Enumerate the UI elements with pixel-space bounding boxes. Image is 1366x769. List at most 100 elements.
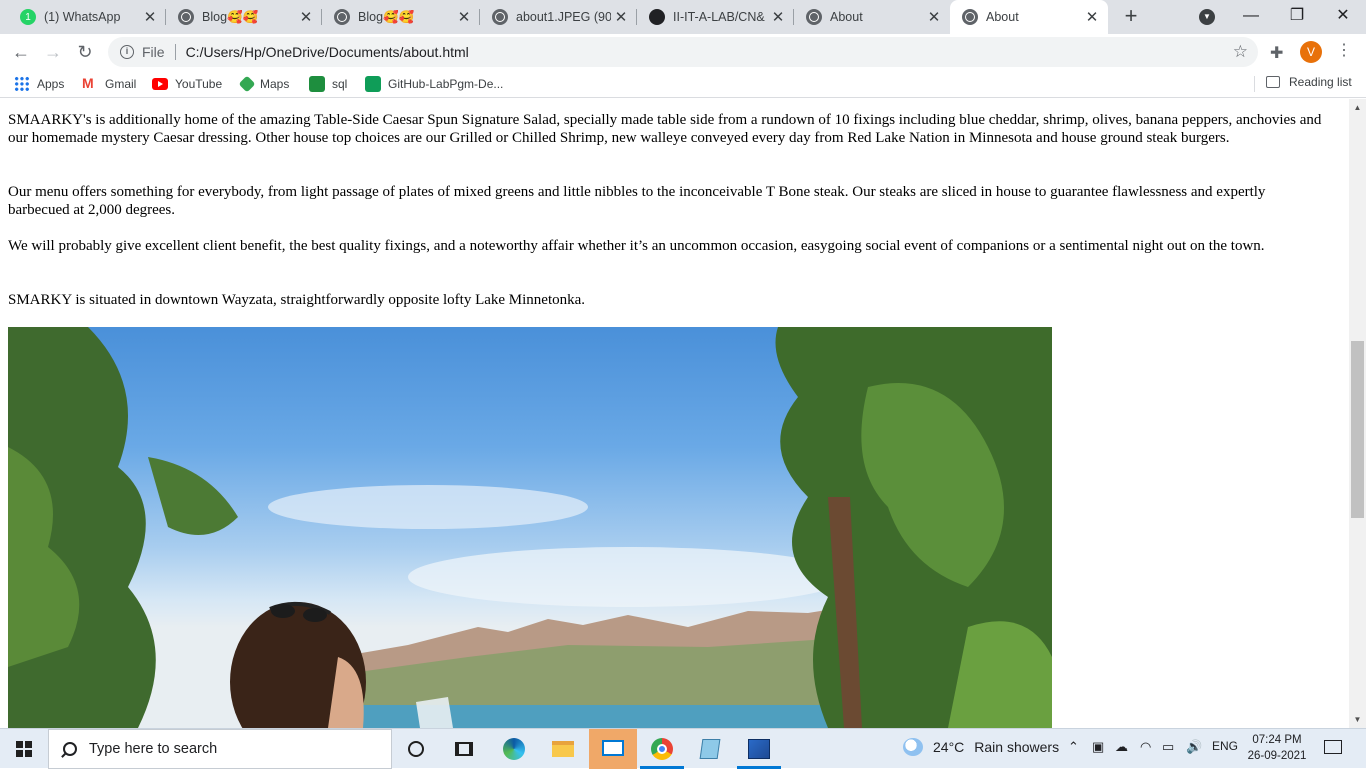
tab-blog-2[interactable]: Blog🥰🥰 ✕ — [322, 0, 480, 34]
bookmark-label: Maps — [260, 77, 290, 91]
paragraph-2: Our menu offers something for everybody,… — [8, 184, 1266, 218]
restore-button[interactable]: ❐ — [1274, 0, 1320, 34]
sheets-icon — [365, 76, 381, 92]
tab-search-icon[interactable]: ▼ — [1199, 9, 1215, 25]
close-icon[interactable]: ✕ — [140, 8, 160, 26]
reload-button[interactable]: ↻ — [72, 39, 98, 65]
youtube-icon — [152, 78, 168, 90]
tab-blog-1[interactable]: Blog🥰🥰 ✕ — [166, 0, 322, 34]
bookmark-apps[interactable]: Apps — [14, 75, 64, 93]
kebab-menu-icon[interactable]: ⋮ — [1336, 40, 1352, 60]
tab-github[interactable]: II-IT-A-LAB/CN& ✕ — [637, 0, 794, 34]
task-view-icon[interactable] — [452, 737, 476, 761]
mail-app-button[interactable] — [589, 729, 637, 769]
reading-list-button[interactable]: Reading list — [1266, 75, 1352, 89]
bookmark-sql[interactable]: sql — [309, 75, 347, 93]
bookmark-label: Gmail — [105, 77, 137, 91]
vertical-scrollbar[interactable]: ▲ ▼ — [1349, 99, 1366, 728]
close-window-button[interactable]: ✕ — [1320, 0, 1366, 34]
info-icon[interactable]: i — [120, 45, 134, 59]
bookmark-label: YouTube — [175, 77, 223, 91]
globe-icon — [962, 9, 978, 25]
wifi-icon[interactable]: ◠ — [1140, 739, 1151, 755]
address-bar[interactable]: i File C:/Users/Hp/OneDrive/Documents/ab… — [108, 37, 1258, 67]
cortana-icon[interactable] — [404, 737, 428, 761]
tab-whatsapp[interactable]: 1 (1) WhatsApp ✕ — [8, 0, 166, 34]
bookmarks-bar: Apps Gmail YouTube Maps sql GitHub-LabPg… — [0, 70, 1366, 98]
profile-avatar[interactable]: V — [1300, 41, 1322, 63]
bookmark-youtube[interactable]: YouTube — [152, 75, 222, 93]
gmail-icon — [82, 75, 98, 92]
new-tab-button[interactable]: + — [1118, 4, 1144, 30]
tab-title: (1) WhatsApp — [44, 10, 121, 24]
paragraph-1: SMAARKY's is additionally home of the am… — [8, 112, 1322, 146]
paragraph-4: SMARKY is situated in downtown Wayzata, … — [8, 292, 586, 308]
tab-about-active[interactable]: About ✕ — [950, 0, 1108, 34]
tab-title: About — [830, 10, 863, 24]
close-icon[interactable]: ✕ — [611, 8, 631, 26]
tab-title: about1.JPEG (900 — [516, 10, 611, 24]
close-icon[interactable]: ✕ — [1082, 8, 1102, 26]
tab-strip: 1 (1) WhatsApp ✕ Blog🥰🥰 ✕ Blog🥰🥰 ✕ about… — [0, 0, 1366, 34]
edge-icon[interactable] — [502, 737, 526, 761]
page-content: SMAARKY's is additionally home of the am… — [0, 99, 1349, 728]
scroll-down-arrow-icon[interactable]: ▼ — [1349, 711, 1366, 728]
onedrive-icon[interactable]: ☁ — [1115, 739, 1128, 755]
back-button[interactable]: ← — [8, 39, 34, 65]
bookmark-star-icon[interactable]: ☆ — [1233, 42, 1248, 62]
bookmark-maps[interactable]: Maps — [238, 75, 290, 93]
notepad-icon[interactable] — [698, 737, 722, 761]
language-indicator[interactable]: ENG — [1212, 739, 1238, 753]
url-text[interactable]: C:/Users/Hp/OneDrive/Documents/about.htm… — [186, 44, 469, 60]
close-icon[interactable]: ✕ — [924, 8, 944, 26]
clock-time: 07:24 PM — [1252, 734, 1302, 746]
tab-title: II-IT-A-LAB/CN& — [673, 10, 765, 24]
tab-title: Blog🥰🥰 — [202, 9, 259, 24]
tab-about1-jpeg[interactable]: about1.JPEG (900 ✕ — [480, 0, 637, 34]
search-icon — [63, 742, 77, 756]
globe-icon — [178, 9, 194, 25]
bookmark-github-labpgm[interactable]: GitHub-LabPgm-De... — [365, 75, 503, 93]
whatsapp-icon: 1 — [20, 9, 36, 25]
scroll-up-arrow-icon[interactable]: ▲ — [1349, 99, 1366, 116]
battery-icon[interactable]: ▭ — [1162, 739, 1174, 755]
chrome-icon[interactable] — [650, 737, 674, 761]
scheme-label: File — [142, 44, 165, 60]
windows-taskbar: Type here to search 24°C Rain showers ⌃ … — [0, 728, 1366, 769]
browser-toolbar: ← → ↻ i File C:/Users/Hp/OneDrive/Docume… — [0, 34, 1366, 70]
bookmark-label: sql — [332, 77, 348, 91]
meet-now-icon[interactable]: ▣ — [1092, 739, 1104, 755]
search-placeholder: Type here to search — [89, 741, 218, 757]
maps-icon — [238, 75, 256, 93]
close-icon[interactable]: ✕ — [454, 8, 474, 26]
apps-grid-icon — [14, 76, 30, 92]
globe-icon — [806, 9, 822, 25]
close-icon[interactable]: ✕ — [768, 8, 788, 26]
taskbar-search-box[interactable]: Type here to search — [48, 729, 392, 769]
github-icon — [649, 9, 665, 25]
bookmark-gmail[interactable]: Gmail — [82, 75, 136, 93]
clock[interactable]: 07:24 PM 26-09-2021 — [1247, 732, 1307, 764]
file-explorer-icon[interactable] — [551, 737, 575, 761]
weather-widget[interactable]: 24°C Rain showers — [903, 738, 1059, 756]
scrollbar-thumb[interactable] — [1351, 341, 1364, 518]
volume-icon[interactable]: 🔊 — [1186, 739, 1202, 755]
close-icon[interactable]: ✕ — [296, 8, 316, 26]
photos-icon[interactable] — [747, 737, 771, 761]
tab-title: About — [986, 10, 1019, 24]
minimize-button[interactable]: — — [1228, 0, 1274, 34]
paragraph-3: We will probably give excellent client b… — [8, 238, 1265, 254]
extensions-puzzle-icon[interactable]: ✚ — [1270, 43, 1283, 63]
notifications-icon[interactable] — [1324, 740, 1342, 754]
windows-start-icon[interactable] — [16, 741, 32, 757]
sql-icon — [309, 76, 325, 92]
reading-list-icon — [1266, 76, 1280, 88]
bookmark-label: GitHub-LabPgm-De... — [388, 77, 504, 91]
globe-icon — [334, 9, 350, 25]
tab-title: Blog🥰🥰 — [358, 9, 415, 24]
weather-temp: 24°C — [933, 739, 965, 755]
chevron-up-icon[interactable]: ⌃ — [1068, 739, 1079, 755]
forward-button[interactable]: → — [40, 39, 66, 65]
globe-icon — [492, 9, 508, 25]
tab-about[interactable]: About ✕ — [794, 0, 950, 34]
